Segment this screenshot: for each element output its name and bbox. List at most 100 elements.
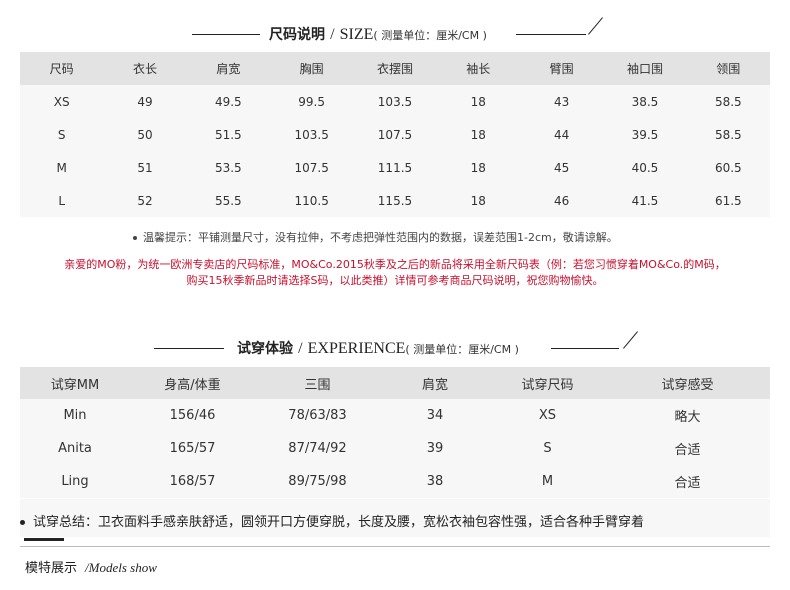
table-cell: 49.5 — [214, 94, 242, 109]
table-cell: 45 — [553, 160, 570, 175]
table-row: Ling 168/57 89/75/98 38 M 合适 — [20, 465, 770, 498]
table-cell: 168/57 — [169, 474, 216, 489]
table-cell: 略大 — [674, 410, 701, 425]
table-cell: 110.5 — [294, 193, 329, 208]
size-title-sep: / — [330, 26, 335, 43]
table-cell: S — [57, 127, 66, 142]
table-cell: 合适 — [674, 443, 701, 458]
table-cell: Anita — [58, 441, 92, 456]
table-cell: 89/75/98 — [288, 474, 347, 489]
experience-header-cell: 三围 — [255, 367, 380, 399]
table-cell: 18 — [470, 127, 486, 142]
table-cell: 156/46 — [169, 408, 216, 423]
bullet-icon — [133, 236, 137, 240]
experience-title-cn: 试穿体验 — [237, 341, 293, 357]
table-cell: 103.5 — [294, 127, 329, 142]
size-table-header: 尺码 衣长 肩宽 胸围 衣摆围 袖长 臂围 袖口围 领围 — [20, 52, 770, 85]
size-header-cell: 衣摆围 — [353, 52, 437, 85]
title-line-right — [516, 34, 586, 35]
size-notice-line1: 亲爱的MO粉，为统一欧洲专卖店的尺码标准，MO&Co.2015秋季及之后的新品将… — [64, 258, 726, 271]
experience-table: 试穿MM 身高/体重 三围 肩宽 试穿尺码 试穿感受 Min 156/46 78… — [20, 367, 770, 498]
table-cell: Ling — [61, 474, 89, 489]
table-row: S 50 51.5 103.5 107.5 18 44 39.5 58.5 — [20, 118, 770, 151]
tip-text: 温馨提示：平铺测量尺寸，没有拉伸，不考虑把弹性范围内的数据，误差范围1-2cm，… — [143, 231, 618, 244]
table-cell: 46 — [553, 193, 570, 208]
size-table: 尺码 衣长 肩宽 胸围 衣摆围 袖长 臂围 袖口围 领围 XS 49 49.5 … — [20, 52, 770, 217]
size-header-cell: 袖长 — [436, 52, 520, 85]
table-cell: 38 — [426, 474, 444, 489]
table-cell: XS — [53, 94, 70, 109]
size-header-cell: 臂围 — [519, 52, 604, 85]
table-cell: 107.5 — [377, 127, 413, 142]
table-cell: 52 — [137, 193, 153, 208]
experience-unit: ( 测量单位：厘米/CM ) — [405, 343, 519, 356]
models-title-cn: 模特展示 — [25, 561, 78, 576]
models-accent-bar — [24, 538, 64, 541]
title-slash — [588, 17, 603, 35]
experience-header-cell: 试穿MM — [20, 367, 130, 399]
table-cell: 61.5 — [714, 193, 742, 208]
table-cell: 39.5 — [631, 127, 659, 142]
table-cell: M — [56, 160, 67, 175]
summary-text: 试穿总结：卫衣面料手感亲肤舒适，圆领开口方便穿脱，长度及腰，宽松衣袖包容性强，适… — [33, 515, 645, 530]
table-cell: 58.5 — [714, 127, 742, 142]
table-cell: 41.5 — [631, 193, 659, 208]
table-cell: 55.5 — [214, 193, 242, 208]
experience-header-cell: 肩宽 — [380, 367, 490, 399]
title-line-left — [192, 34, 260, 35]
table-row: XS 49 49.5 99.5 103.5 18 43 38.5 58.5 — [20, 85, 770, 118]
table-cell: 43 — [553, 94, 570, 109]
models-section-title: 模特展示/Models show — [25, 557, 157, 576]
table-cell: 103.5 — [377, 94, 413, 109]
table-cell: 34 — [426, 408, 444, 423]
table-cell: 50 — [137, 127, 153, 142]
table-row: L 52 55.5 110.5 115.5 18 46 41.5 61.5 — [20, 184, 770, 217]
table-cell: XS — [538, 408, 557, 423]
measurement-tip: 温馨提示：平铺测量尺寸，没有拉伸，不考虑把弹性范围内的数据，误差范围1-2cm，… — [133, 229, 618, 245]
title-slash — [623, 331, 638, 349]
experience-title-text: 试穿体验 / EXPERIENCE( 测量单位：厘米/CM ) — [237, 338, 519, 360]
table-cell: 99.5 — [298, 94, 325, 109]
table-cell: 107.5 — [294, 160, 329, 175]
size-header-cell: 衣长 — [103, 52, 187, 85]
table-cell: 60.5 — [714, 160, 742, 175]
table-cell: 49 — [137, 94, 153, 109]
table-cell: 44 — [553, 127, 570, 142]
size-title-text: 尺码说明 / SIZE( 测量单位：厘米/CM ) — [269, 24, 487, 46]
size-title-en: SIZE — [339, 26, 374, 43]
size-section-title: 尺码说明 / SIZE( 测量单位：厘米/CM ) — [0, 17, 790, 46]
size-header-cell: 袖口围 — [603, 52, 687, 85]
table-cell: 18 — [470, 193, 486, 208]
size-title-cn: 尺码说明 — [269, 27, 325, 43]
table-cell: 51 — [137, 160, 153, 175]
table-row: Anita 165/57 87/74/92 39 S 合适 — [20, 432, 770, 465]
models-title-en: /Models show — [85, 560, 157, 575]
table-cell: L — [58, 193, 65, 208]
models-divider — [20, 546, 770, 547]
experience-title-en: EXPERIENCE — [307, 340, 406, 357]
table-cell: 53.5 — [214, 160, 242, 175]
table-cell: 38.5 — [631, 94, 659, 109]
table-row: M 51 53.5 107.5 111.5 18 45 40.5 60.5 — [20, 151, 770, 184]
table-cell: 87/74/92 — [288, 441, 347, 456]
table-cell: 58.5 — [714, 94, 742, 109]
experience-section-title: 试穿体验 / EXPERIENCE( 测量单位：厘米/CM ) — [0, 331, 790, 360]
table-cell: 51.5 — [214, 127, 242, 142]
table-row: Min 156/46 78/63/83 34 XS 略大 — [20, 399, 770, 432]
title-line-right — [551, 348, 619, 349]
experience-header-cell: 试穿感受 — [605, 367, 770, 399]
size-header-cell: 尺码 — [20, 52, 104, 85]
table-cell: 78/63/83 — [288, 408, 347, 423]
table-cell: S — [543, 441, 552, 456]
table-cell: 18 — [470, 160, 486, 175]
table-cell: M — [541, 474, 554, 489]
table-cell: Min — [63, 408, 87, 423]
size-header-cell: 肩宽 — [186, 52, 270, 85]
table-cell: 115.5 — [377, 193, 413, 208]
experience-table-header: 试穿MM 身高/体重 三围 肩宽 试穿尺码 试穿感受 — [20, 367, 770, 399]
try-on-summary: 试穿总结：卫衣面料手感亲肤舒适，圆领开口方便穿脱，长度及腰，宽松衣袖包容性强，适… — [20, 511, 644, 530]
table-cell: 合适 — [674, 476, 701, 491]
size-unit: ( 测量单位：厘米/CM ) — [373, 29, 487, 42]
table-cell: 39 — [426, 441, 444, 456]
table-cell: 18 — [470, 94, 486, 109]
